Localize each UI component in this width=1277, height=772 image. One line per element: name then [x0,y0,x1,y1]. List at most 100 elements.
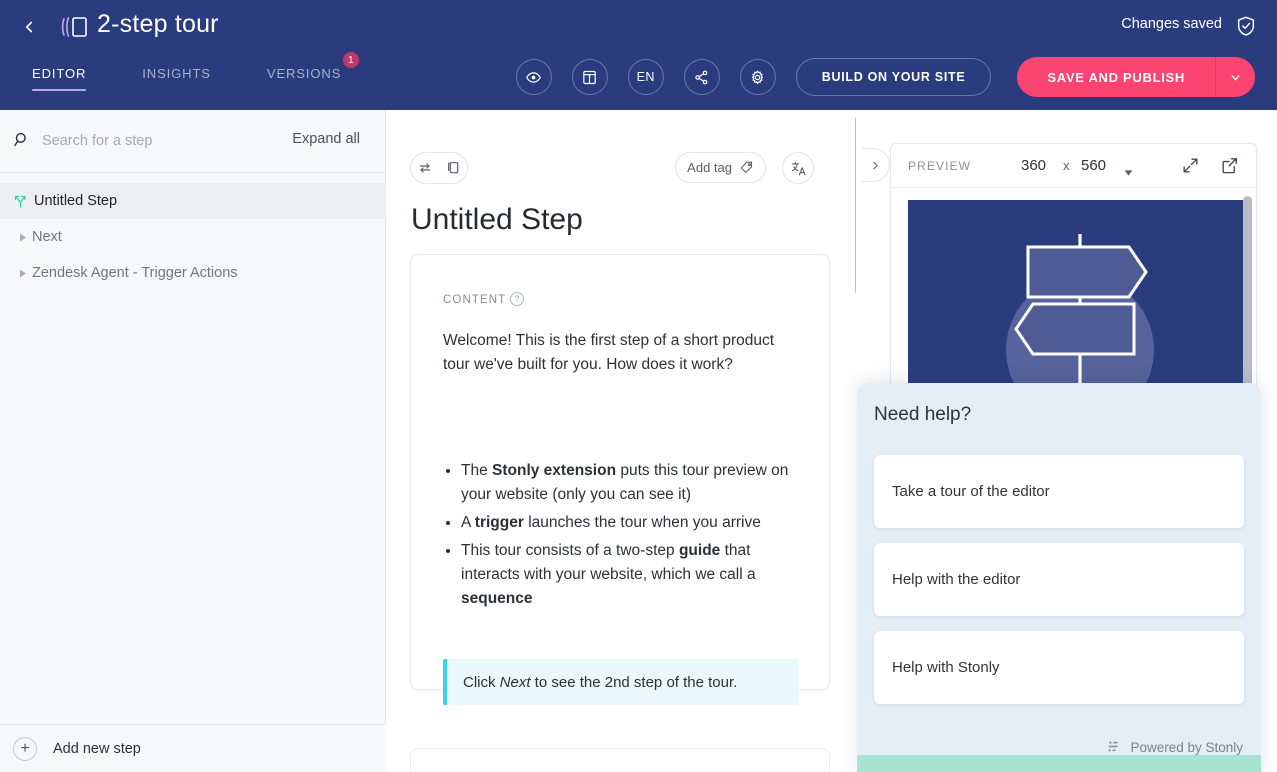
editor-actions-group [410,152,468,184]
preview-label: PREVIEW [908,158,972,173]
plus-circle-icon: + [13,736,37,761]
preview-size-dropdown[interactable] [1124,163,1133,181]
sidebar-item-label: Next [32,229,62,245]
editor-toolbar: Add tag [410,152,832,186]
bullet-part: launches the tour when you arrive [523,514,761,531]
callout-text: Click Next to see the 2nd step of the to… [463,674,737,691]
need-help-title: Need help? [874,404,972,425]
changes-saved-status: Changes saved [1121,16,1222,32]
content-card-secondary [410,748,830,772]
tag-icon [740,161,753,174]
bullet-part: The [461,462,493,479]
layout-button[interactable] [571,59,608,95]
translate-button[interactable] [782,152,814,184]
add-tag-button[interactable]: Add tag [675,152,766,183]
list-item: The Stonly extension puts this tour prev… [461,459,806,507]
content-card: CONTENT ? Welcome! This is the first ste… [410,254,830,705]
page-title: 2-step tour [97,10,219,38]
powered-by-stonly[interactable]: Powered by Stonly [1105,739,1243,755]
language-label: EN [636,70,655,84]
chevron-right-icon [873,161,878,169]
need-help-option-label: Take a tour of the editor [892,483,1050,500]
question-circle-icon[interactable]: ? [510,292,524,306]
sidebar-item-next[interactable]: Next [0,219,386,255]
editor-scrollbar[interactable] [855,115,856,295]
bullet-part-bold: guide [678,542,721,559]
tab-editor-label: EDITOR [32,66,87,81]
build-on-your-site-label: BUILD ON YOUR SITE [821,70,966,84]
sidebar-search-row: Expand all [0,110,386,173]
need-help-option-label: Help with the editor [892,571,1021,588]
bullet-part: A [461,514,475,531]
language-button[interactable]: EN [627,59,664,95]
sidebar-item-zendesk-agent-trigger-actions[interactable]: Zendesk Agent - Trigger Actions [0,255,386,291]
sidebar-item-label: Zendesk Agent - Trigger Actions [32,265,238,281]
step-title[interactable]: Untitled Step [411,203,583,237]
tab-insights[interactable]: INSIGHTS [142,60,211,91]
caret-right-icon [14,233,32,242]
build-on-your-site-button[interactable]: BUILD ON YOUR SITE [795,58,992,96]
sidebar-item-untitled-step[interactable]: Untitled Step [0,183,386,219]
tab-versions-label: VERSIONS [266,66,342,81]
save-and-publish-button[interactable]: SAVE AND PUBLISH [1017,57,1215,97]
add-tag-label: Add tag [687,160,732,175]
bullet-part-bold: Stonly extension [492,462,617,479]
callout-box: Click Next to see the 2nd step of the to… [443,659,799,705]
content-paragraph[interactable]: Welcome! This is the first step of a sho… [443,329,799,377]
need-help-option-help-with-the-editor[interactable]: Help with the editor [874,543,1244,616]
share-button[interactable] [683,59,720,95]
bullet-part-bold: sequence [461,590,533,607]
chevron-down-icon [1231,74,1240,80]
translate-icon [791,161,806,175]
preview-height-value[interactable]: 560 [1081,157,1106,174]
search-input[interactable] [42,133,242,149]
search-icon [12,130,34,152]
callout-before: Click [463,673,500,691]
need-help-accent-band [857,755,1261,772]
preview-width-value[interactable]: 360 [1021,157,1046,174]
preview-expand-button[interactable] [1181,156,1200,180]
preview-scrollbar[interactable] [1243,196,1252,396]
back-button[interactable] [14,12,44,42]
steps-sidebar: Expand all Untitled Step Next [0,110,386,772]
swap-arrows-icon[interactable] [417,160,433,176]
stonly-logo-icon [1108,741,1119,752]
add-new-step-button[interactable]: + Add new step [0,724,386,772]
caret-right-icon [14,269,32,278]
callout-after: to see the 2nd step of the tour. [530,673,738,691]
tab-versions[interactable]: VERSIONS 1 [266,52,360,91]
publish-dropdown-button[interactable] [1215,57,1255,97]
preview-open-external-button[interactable] [1220,156,1239,180]
gear-icon [752,69,764,84]
header-tabs: EDITOR INSIGHTS VERSIONS 1 [32,52,397,91]
bullet-part: This tour consists of a two-step [461,542,679,559]
copy-icon[interactable] [445,160,461,176]
publish-button-group: SAVE AND PUBLISH [1017,57,1255,97]
expand-all-button[interactable]: Expand all [292,131,360,147]
app-root: 2-step tour Changes saved EDITOR INSIGHT… [0,0,1277,772]
need-help-option-label: Help with Stonly [892,659,1000,676]
sidebar-item-label: Untitled Step [34,193,118,209]
check-shield-icon [1235,15,1257,37]
preview-toggle-button[interactable] [515,59,552,95]
step-editor: Add tag Untitled Step CONTENT ? Welcome!… [386,110,856,772]
preview-header: PREVIEW 360 x 560 [891,144,1256,188]
content-bullet-list[interactable]: The Stonly extension puts this tour prev… [461,459,806,615]
app-header: 2-step tour Changes saved EDITOR INSIGHT… [0,0,1277,110]
collapse-preview-button[interactable] [862,148,890,182]
branch-icon [10,194,30,209]
need-help-option-help-with-stonly[interactable]: Help with Stonly [874,631,1244,704]
external-link-icon [1222,158,1237,174]
eye-icon [526,71,542,83]
preview-dimension-separator: x [1063,158,1070,173]
settings-button[interactable] [739,59,776,95]
list-item: A trigger launches the tour when you arr… [461,511,806,535]
tab-editor[interactable]: EDITOR [32,60,87,91]
header-actions: EN BUILD ON YOUR SITE SAVE AND PUBLISH [515,57,1255,97]
need-help-option-take-a-tour[interactable]: Take a tour of the editor [874,455,1244,528]
share-nodes-icon [695,70,708,84]
callout-emphasis: Next [499,673,531,691]
powered-by-stonly-label: Powered by Stonly [1130,739,1243,755]
need-help-widget: Need help? Take a tour of the editor Hel… [857,383,1261,772]
save-and-publish-label: SAVE AND PUBLISH [1047,69,1185,85]
